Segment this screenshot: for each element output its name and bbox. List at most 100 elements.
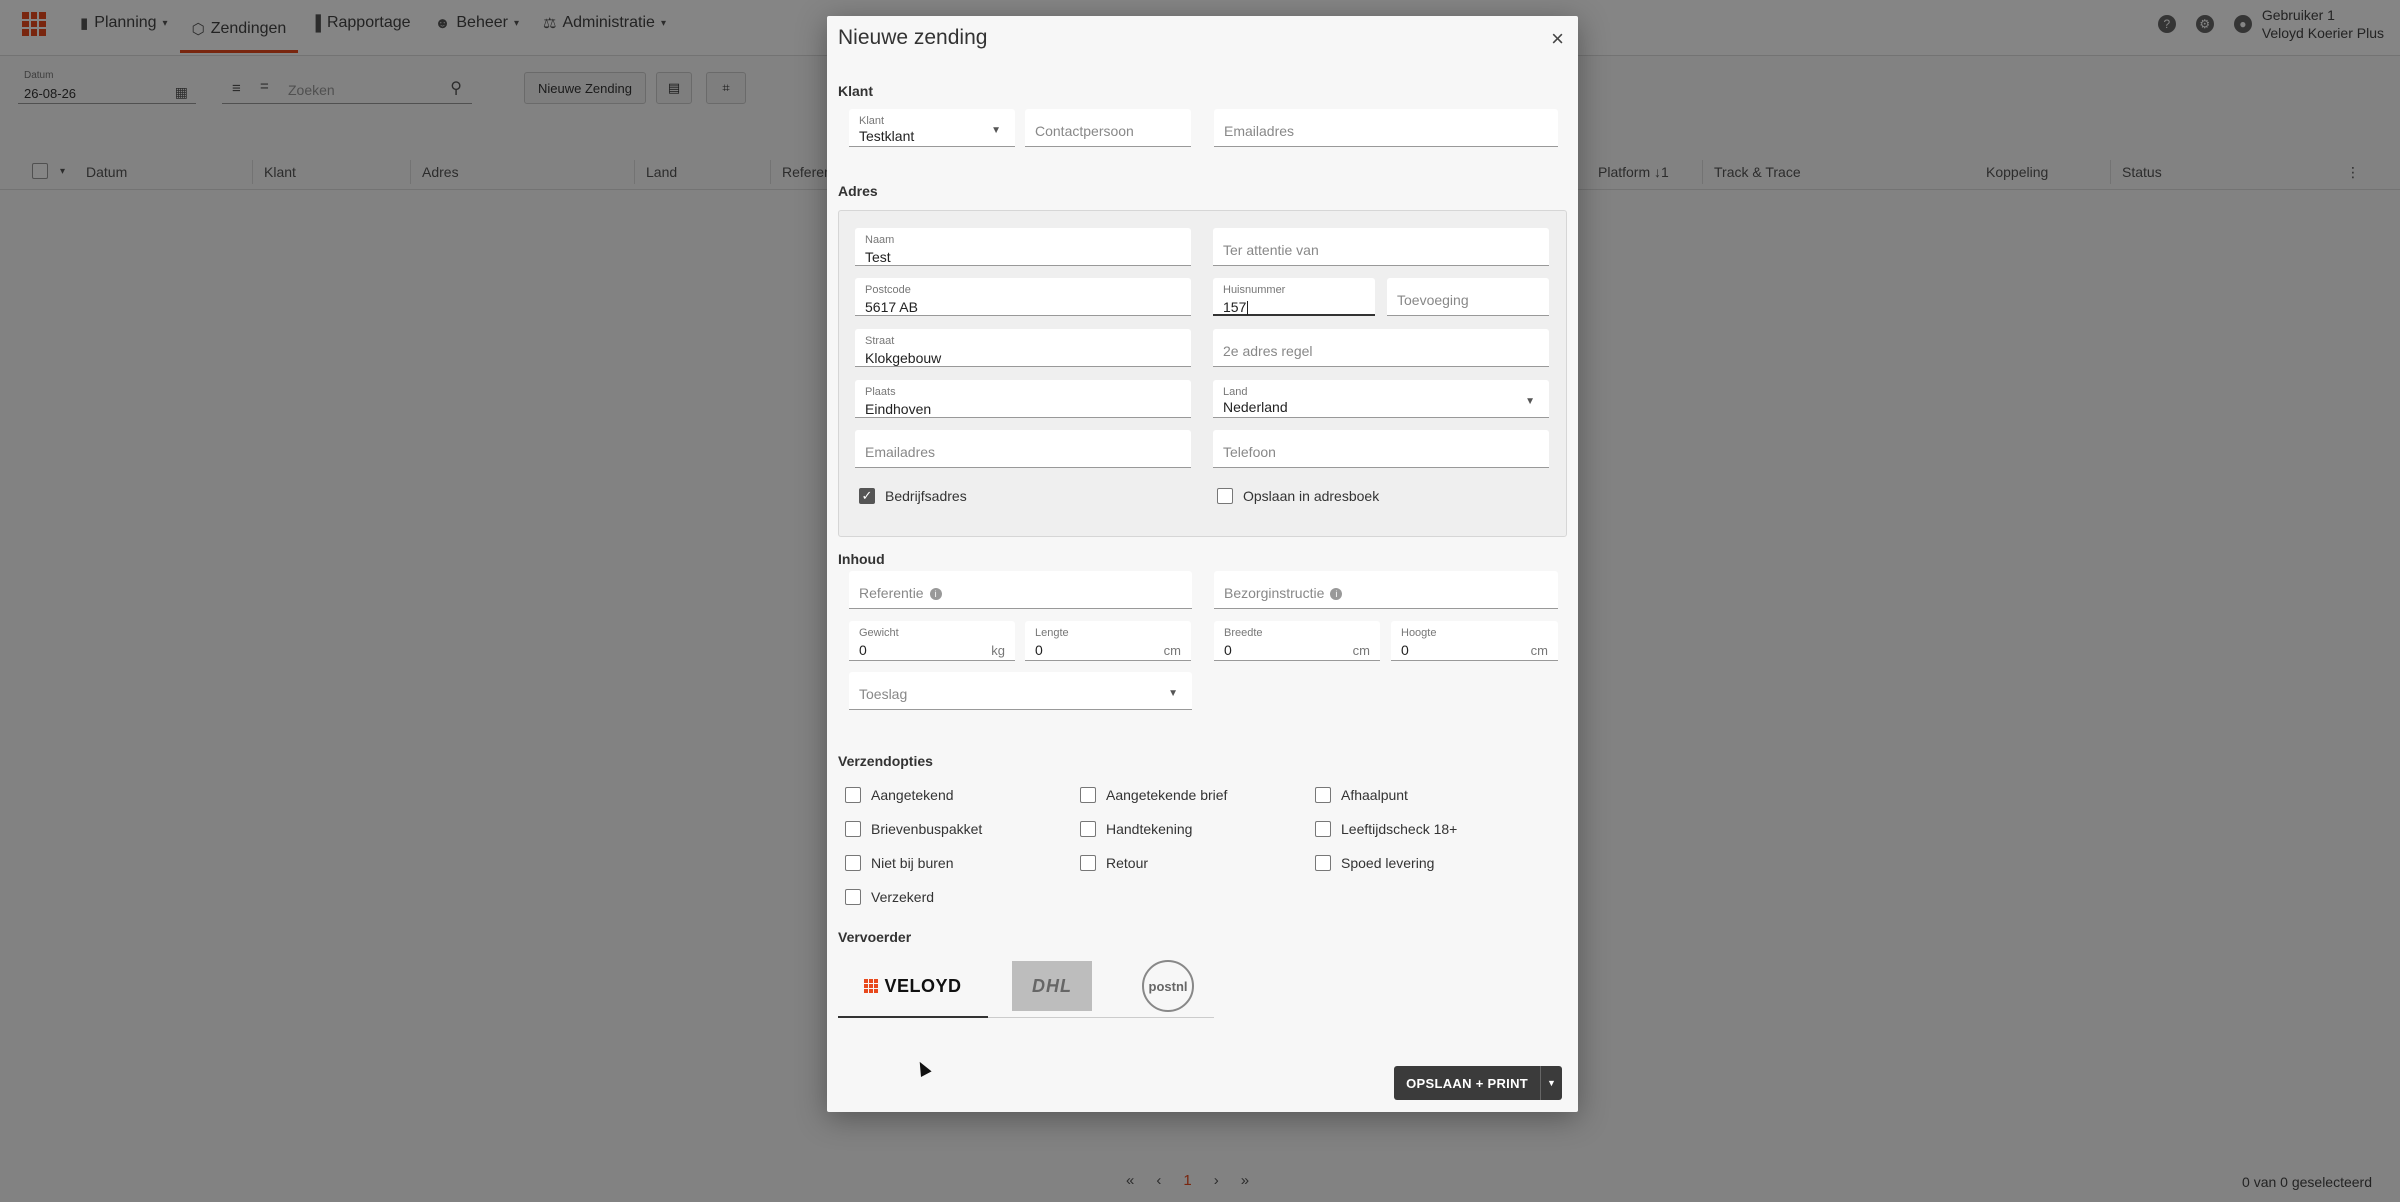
hoogte-field[interactable]: Hoogte 0 cm: [1391, 621, 1558, 661]
referentie-field[interactable]: Referentie i: [849, 571, 1192, 609]
bedrijfsadres-checkbox[interactable]: ✓ Bedrijfsadres: [859, 488, 967, 504]
col-koppeling[interactable]: Koppeling: [1986, 164, 2048, 180]
naam-field[interactable]: Naam Test: [855, 228, 1191, 266]
nav-label: Rapportage: [326, 14, 411, 31]
col-referentie[interactable]: Referen: [782, 164, 832, 180]
option-checkbox[interactable]: Leeftijdscheck 18+: [1315, 821, 1457, 837]
contactpersoon-field[interactable]: Contactpersoon: [1025, 109, 1191, 147]
gewicht-label: Gewicht: [859, 627, 899, 639]
info-icon[interactable]: i: [1330, 588, 1343, 601]
klant-label: Klant: [859, 115, 885, 127]
save-print-button[interactable]: OPSLAAN + PRINT ▼: [1394, 1066, 1562, 1100]
finance-icon: ⚖: [543, 15, 557, 32]
option-label: Spoed levering: [1341, 855, 1435, 871]
veloyd-logo: VELOYD: [864, 976, 961, 997]
nav-zendingen[interactable]: ⬡ Zendingen: [179, 0, 299, 53]
col-platform[interactable]: Platform ↓1: [1598, 164, 1669, 180]
klant-select[interactable]: Klant Testklant ▼: [849, 109, 1015, 147]
nav-planning[interactable]: ▮ Planning ▾: [68, 0, 180, 46]
telefoon-field[interactable]: Telefoon: [1213, 430, 1549, 468]
equals-icon[interactable]: =: [260, 78, 269, 95]
carrier-postnl[interactable]: postnl: [1138, 956, 1198, 1016]
col-status[interactable]: Status: [2122, 164, 2162, 180]
option-checkbox[interactable]: Aangetekend: [845, 787, 954, 803]
bezorginstructie-field[interactable]: Bezorginstructie i: [1214, 571, 1558, 609]
huisnummer-field[interactable]: Huisnummer 157: [1213, 278, 1375, 316]
col-track-trace[interactable]: Track & Trace: [1714, 164, 1801, 180]
current-page[interactable]: 1: [1183, 1172, 1191, 1189]
select-all-checkbox[interactable]: [32, 163, 48, 179]
carrier-veloyd[interactable]: VELOYD: [838, 956, 988, 1018]
last-page-icon[interactable]: »: [1241, 1172, 1249, 1189]
nav-beheer[interactable]: ☻ Beheer ▾: [423, 0, 531, 46]
attentie-field[interactable]: Ter attentie van: [1213, 228, 1549, 266]
first-page-icon[interactable]: «: [1126, 1172, 1134, 1189]
gewicht-field[interactable]: Gewicht 0 kg: [849, 621, 1015, 661]
dhl-logo: DHL: [1012, 961, 1092, 1011]
option-label: Verzekerd: [871, 889, 935, 905]
calendar-icon[interactable]: ▦: [175, 84, 188, 101]
option-checkbox[interactable]: Verzekerd: [845, 889, 934, 905]
lengte-label: Lengte: [1035, 627, 1069, 639]
checkbox-checked-icon: ✓: [859, 488, 875, 504]
col-datum[interactable]: Datum: [86, 164, 127, 180]
option-label: Retour: [1106, 855, 1149, 871]
option-checkbox[interactable]: Retour: [1080, 855, 1148, 871]
user-menu[interactable]: ● Gebruiker 1 Veloyd Koerier Plus: [2233, 6, 2384, 42]
chevron-down-icon[interactable]: ▾: [60, 166, 65, 177]
checkbox-icon: [1080, 787, 1096, 803]
chevron-down-icon[interactable]: ▼: [1540, 1066, 1562, 1100]
carrier-dhl[interactable]: DHL: [1010, 956, 1094, 1016]
search-icon[interactable]: ⚲: [450, 78, 462, 98]
next-page-icon[interactable]: ›: [1214, 1172, 1219, 1189]
search-input[interactable]: Zoeken: [288, 82, 335, 98]
checkbox-icon: [845, 855, 861, 871]
option-checkbox[interactable]: Spoed levering: [1315, 855, 1434, 871]
document-icon[interactable]: ▤: [656, 72, 692, 104]
adres-email-field[interactable]: Emailadres: [855, 430, 1191, 468]
klant-email-field[interactable]: Emailadres: [1214, 109, 1558, 147]
more-vert-icon[interactable]: ⋮: [2346, 164, 2360, 181]
gear-icon[interactable]: ⚙: [2195, 15, 2214, 33]
col-land[interactable]: Land: [646, 164, 677, 180]
filter-icon[interactable]: ≡: [232, 80, 241, 97]
nav-administratie[interactable]: ⚖ Administratie ▾: [531, 0, 678, 46]
toevoeging-field[interactable]: Toevoeging: [1387, 278, 1549, 316]
scan-icon[interactable]: ⌗: [706, 72, 746, 104]
telefoon-placeholder: Telefoon: [1223, 444, 1276, 460]
option-checkbox[interactable]: Brievenbuspakket: [845, 821, 982, 837]
lengte-field[interactable]: Lengte 0 cm: [1025, 621, 1191, 661]
option-checkbox[interactable]: Afhaalpunt: [1315, 787, 1408, 803]
column-divider: [2110, 160, 2111, 184]
option-checkbox[interactable]: Handtekening: [1080, 821, 1192, 837]
attentie-placeholder: Ter attentie van: [1223, 242, 1319, 258]
new-shipment-button[interactable]: Nieuwe Zending: [524, 72, 646, 104]
help-icon[interactable]: ?: [2157, 15, 2176, 33]
option-checkbox[interactable]: Niet bij buren: [845, 855, 954, 871]
close-icon[interactable]: ×: [1551, 28, 1564, 50]
adresboek-checkbox[interactable]: Opslaan in adresboek: [1217, 488, 1379, 504]
app-menu-icon[interactable]: [22, 12, 46, 36]
straat-field[interactable]: Straat Klokgebouw: [855, 329, 1191, 367]
info-icon[interactable]: i: [929, 588, 942, 601]
nav-rapportage[interactable]: ▐ Rapportage: [298, 0, 422, 46]
toeslag-select[interactable]: Toeslag ▼: [849, 672, 1192, 710]
hoogte-label: Hoogte: [1401, 627, 1437, 639]
option-checkbox[interactable]: Aangetekende brief: [1080, 787, 1227, 803]
save-print-label[interactable]: OPSLAAN + PRINT: [1394, 1066, 1540, 1100]
bar-chart-icon: ▐: [310, 14, 321, 32]
land-select[interactable]: Land Nederland ▼: [1213, 380, 1549, 418]
col-klant[interactable]: Klant: [264, 164, 296, 180]
prev-page-icon[interactable]: ‹: [1156, 1172, 1161, 1189]
breedte-field[interactable]: Breedte 0 cm: [1214, 621, 1380, 661]
postcode-field[interactable]: Postcode 5617 AB: [855, 278, 1191, 316]
plaats-field[interactable]: Plaats Eindhoven: [855, 380, 1191, 418]
checkbox-icon: [1315, 855, 1331, 871]
adresregel2-field[interactable]: 2e adres regel: [1213, 329, 1549, 367]
dhl-wordmark: DHL: [1032, 975, 1072, 996]
col-adres[interactable]: Adres: [422, 164, 459, 180]
referentie-placeholder-wrap: Referentie i: [859, 585, 942, 601]
huisnummer-value-wrap: 157: [1223, 299, 1249, 316]
date-value: 26-08-26: [24, 86, 77, 101]
date-filter[interactable]: Datum 26-08-26 ▦: [18, 68, 196, 104]
